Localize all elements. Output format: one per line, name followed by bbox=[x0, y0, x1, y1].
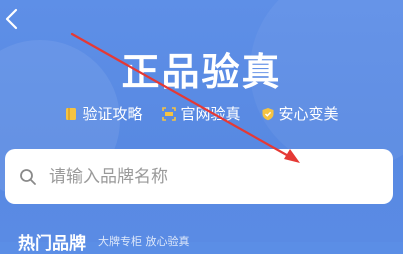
feature-list: 验证攻略 官网验真 安心变美 bbox=[0, 104, 403, 124]
shield-check-icon bbox=[262, 108, 273, 121]
feature-item-assurance[interactable]: 安心变美 bbox=[261, 104, 339, 124]
brand-search-input[interactable] bbox=[47, 165, 351, 188]
feature-label: 官网验真 bbox=[180, 105, 241, 123]
feature-item-official[interactable]: 官网验真 bbox=[162, 104, 241, 124]
scan-icon bbox=[162, 107, 177, 121]
feature-label: 验证攻略 bbox=[82, 105, 143, 123]
chevron-left-icon bbox=[5, 8, 18, 30]
book-icon bbox=[66, 108, 77, 120]
feature-item-guide[interactable]: 验证攻略 bbox=[64, 104, 142, 124]
back-button[interactable] bbox=[4, 8, 20, 30]
search-bar[interactable] bbox=[5, 149, 393, 204]
page-title: 正品验真 bbox=[121, 50, 282, 94]
feature-label: 安心变美 bbox=[278, 105, 339, 123]
hot-brands-subtitle: 大牌专柜 放心验真 bbox=[98, 235, 190, 248]
search-icon bbox=[20, 168, 36, 185]
